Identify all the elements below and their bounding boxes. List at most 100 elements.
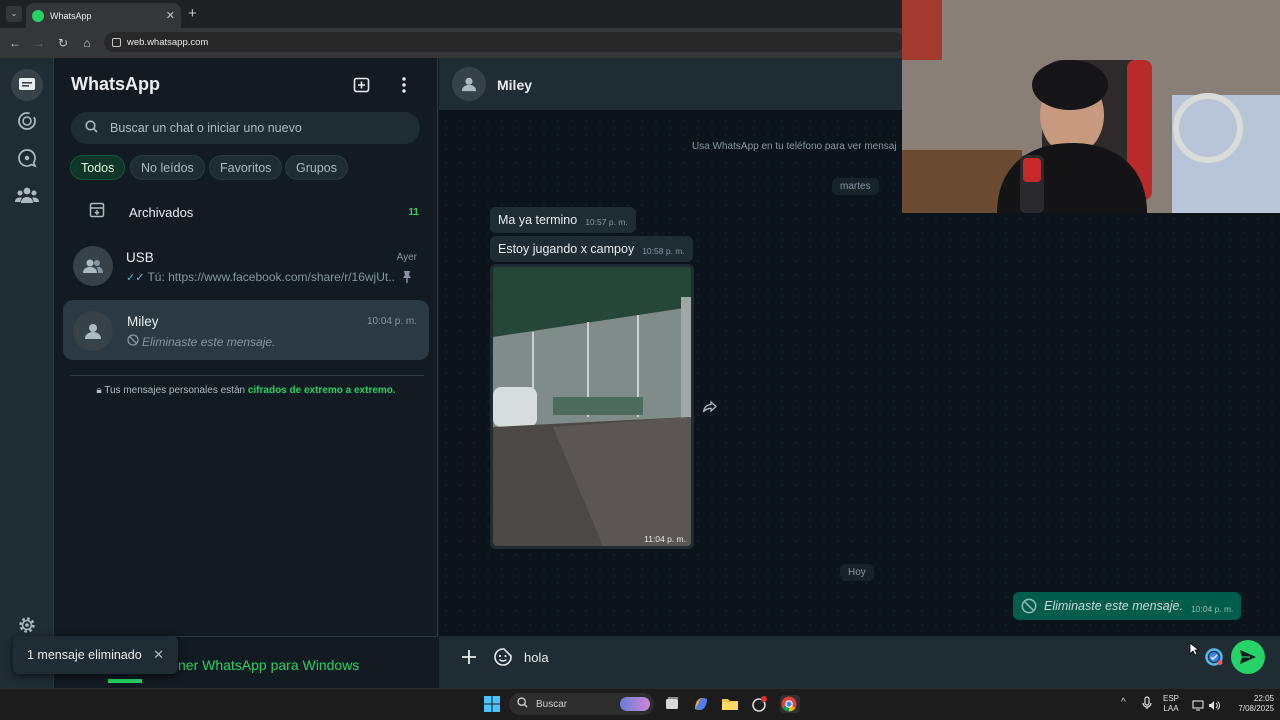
communities-icon[interactable] — [14, 182, 40, 208]
system-notice: Usa WhatsApp en tu teléfono para ver men… — [692, 141, 897, 152]
filter-chip-all[interactable]: Todos — [70, 155, 126, 180]
archived-row[interactable]: Archivados 11 — [89, 202, 419, 223]
message-time: 10:57 p. m. — [585, 217, 628, 227]
whatsapp-favicon-icon — [32, 9, 44, 22]
close-toast-icon[interactable]: ✕ — [153, 647, 164, 663]
message-time: 10:04 p. m. — [1190, 604, 1234, 614]
lang-line-1: ESP — [1163, 694, 1180, 703]
meta-ai-icon[interactable] — [1204, 647, 1224, 667]
e2e-text: Tus mensajes personales están — [104, 385, 248, 396]
forward-icon[interactable]: → — [30, 34, 48, 52]
taskbar-search-label: Buscar — [536, 698, 568, 710]
forward-icon[interactable] — [702, 399, 718, 415]
e2e-link[interactable]: cifrados de extremo a extremo. — [248, 385, 396, 396]
group-avatar — [73, 246, 113, 286]
close-tab-icon[interactable]: ✕ — [166, 9, 175, 22]
chat-name: Miley — [127, 314, 159, 329]
message-incoming[interactable]: Ma ya termino 10:57 p. m. — [490, 207, 636, 233]
date-separator-tuesday: martes — [832, 178, 879, 195]
search-icon — [85, 120, 98, 136]
send-icon — [1240, 650, 1256, 664]
app-icon-notified[interactable] — [750, 695, 768, 713]
mouse-cursor-icon — [1189, 642, 1201, 656]
message-input[interactable] — [524, 647, 1164, 667]
chats-icon[interactable] — [11, 69, 43, 101]
search-highlight-icon — [620, 697, 650, 711]
tray-chevron-icon[interactable]: ^ — [1121, 697, 1126, 708]
tab-search-button[interactable]: ⌄ — [6, 6, 22, 22]
contact-name[interactable]: Miley — [497, 77, 532, 93]
e2e-notice: 🔒︎ Tus mensajes personales están cifrado… — [54, 385, 438, 396]
promo-accent-bar — [108, 679, 142, 683]
menu-icon[interactable] — [397, 76, 411, 94]
taskbar-search[interactable]: Buscar — [509, 693, 654, 715]
task-view-icon[interactable] — [663, 695, 681, 713]
chat-item-miley[interactable]: Miley 10:04 p. m. Eliminaste este mensaj… — [63, 300, 429, 360]
address-bar[interactable]: web.whatsapp.com — [104, 32, 904, 52]
chat-time: 10:04 p. m. — [366, 316, 417, 327]
reload-icon[interactable]: ↻ — [54, 34, 72, 52]
toast-text: 1 mensaje eliminado — [27, 648, 142, 662]
channels-icon[interactable] — [14, 145, 40, 171]
chat-item-usb[interactable]: USB Ayer ✓✓ Tú: https://www.facebook.com… — [63, 238, 429, 298]
chrome-icon[interactable] — [780, 695, 800, 713]
message-photo[interactable] — [493, 267, 691, 546]
copilot-icon[interactable] — [692, 695, 710, 713]
settings-gear-icon[interactable] — [17, 615, 37, 635]
back-icon[interactable]: ← — [6, 34, 24, 52]
image-message[interactable]: 11:04 p. m. — [490, 264, 694, 549]
windows-start-icon[interactable] — [483, 695, 501, 713]
deleted-icon — [127, 334, 139, 349]
microphone-icon[interactable] — [1142, 696, 1152, 715]
browser-tab[interactable]: WhatsApp ✕ — [26, 3, 181, 28]
volume-icon[interactable] — [1208, 698, 1220, 716]
chat-name: USB — [126, 250, 154, 265]
contact-avatar — [73, 311, 113, 351]
pin-icon — [401, 270, 413, 289]
taskbar-clock[interactable]: 22:05 7/08/2025 — [1224, 694, 1274, 714]
webcam-overlay — [902, 0, 1280, 213]
search-bar[interactable]: Buscar un chat o iniciar uno nuevo — [71, 112, 420, 144]
date-separator-today: Hoy — [840, 564, 874, 581]
filter-chip-groups[interactable]: Grupos — [285, 155, 348, 180]
contact-avatar[interactable] — [452, 67, 486, 101]
divider — [70, 375, 424, 376]
site-info-icon[interactable] — [112, 37, 121, 47]
search-placeholder: Buscar un chat o iniciar uno nuevo — [110, 121, 302, 135]
archive-icon — [89, 202, 105, 223]
new-chat-icon[interactable] — [353, 76, 371, 94]
send-button[interactable] — [1231, 640, 1265, 674]
double-check-icon: ✓✓ — [126, 271, 145, 284]
windows-promo-text[interactable]: ner WhatsApp para Windows — [178, 657, 359, 673]
status-icon[interactable] — [14, 108, 40, 134]
filter-chip-unread[interactable]: No leídos — [130, 155, 205, 180]
search-icon — [517, 697, 528, 711]
new-tab-button[interactable]: + — [188, 5, 197, 22]
lock-icon: 🔒︎ — [96, 385, 102, 396]
message-time: 11:04 p. m. — [644, 534, 686, 544]
clock-time: 22:05 — [1253, 694, 1274, 703]
chat-preview: Tú: https://www.facebook.com/share/r/16w… — [147, 270, 396, 284]
input-language[interactable]: ESP LAA — [1163, 694, 1179, 714]
toast-notification: 1 mensaje eliminado ✕ — [13, 636, 178, 674]
message-time: 10:58 p. m. — [642, 246, 685, 256]
chat-list-panel — [54, 58, 438, 688]
emoji-sticker-icon[interactable] — [493, 647, 513, 667]
home-icon[interactable]: ⌂ — [78, 34, 96, 52]
archived-count: 11 — [408, 206, 419, 218]
chat-preview: Eliminaste este mensaje. — [142, 334, 276, 349]
message-outgoing-deleted[interactable]: Eliminaste este mensaje. 10:04 p. m. — [1013, 592, 1242, 620]
attach-plus-icon[interactable] — [460, 648, 478, 666]
message-text: Eliminaste este mensaje. — [1044, 599, 1183, 613]
clock-date: 7/08/2025 — [1238, 704, 1274, 713]
app-title: WhatsApp — [71, 74, 160, 94]
network-icon[interactable] — [1192, 698, 1204, 716]
tab-title: WhatsApp — [50, 10, 92, 21]
deleted-icon — [1021, 598, 1037, 614]
message-text: Estoy jugando x campoy — [498, 242, 635, 256]
filter-chip-favorites[interactable]: Favoritos — [209, 155, 283, 180]
message-incoming[interactable]: Estoy jugando x campoy 10:58 p. m. — [490, 236, 693, 262]
url-text: web.whatsapp.com — [127, 36, 209, 48]
file-explorer-icon[interactable] — [721, 695, 739, 713]
lang-line-2: LAA — [1163, 704, 1179, 713]
